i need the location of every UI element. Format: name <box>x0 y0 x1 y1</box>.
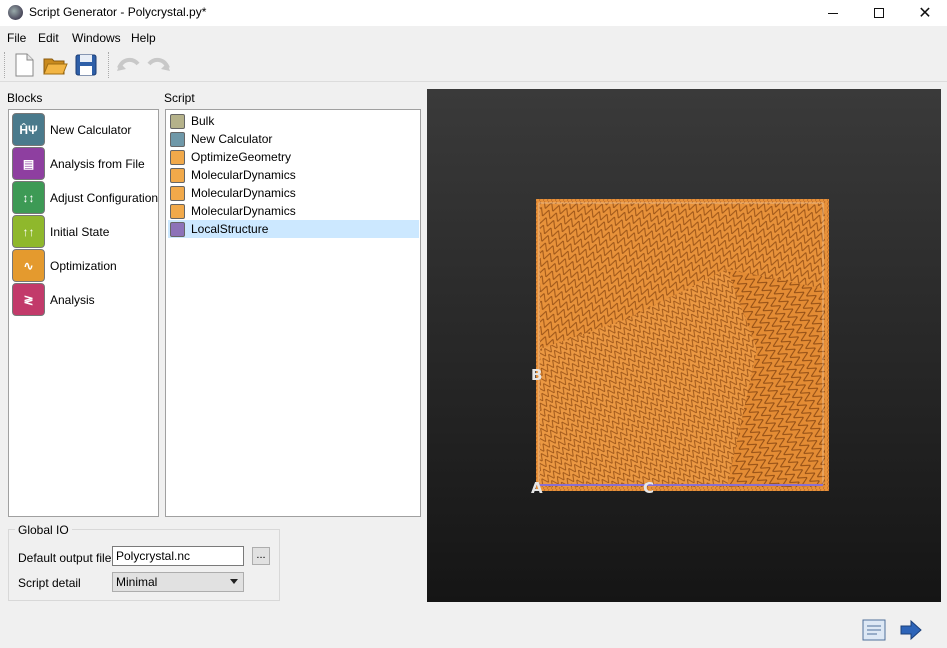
title-bar: Script Generator - Polycrystal.py* ✕ <box>0 0 947 26</box>
send-to-button[interactable] <box>898 617 924 643</box>
axis-label-c: C <box>643 479 655 497</box>
initial-state-icon: ↑↑ <box>12 215 45 248</box>
block-label: Optimization <box>50 258 117 273</box>
script-item-label: MolecularDynamics <box>191 168 296 182</box>
script-view-button[interactable] <box>861 617 887 643</box>
script-item-label: LocalStructure <box>191 222 269 236</box>
menu-bar: File Edit Windows Help <box>0 28 947 48</box>
calculator-icon: ĤΨ <box>12 113 45 146</box>
global-io-group: Global IO Default output file Polycrysta… <box>8 523 280 601</box>
block-analysis-from-file[interactable]: ▤ Analysis from File <box>12 147 156 180</box>
calculator-icon <box>170 131 185 147</box>
script-item-optimize-geometry[interactable]: OptimizeGeometry <box>168 148 419 166</box>
script-detail-select[interactable]: Minimal <box>112 572 244 592</box>
script-header: Script <box>164 91 195 105</box>
toolbar-separator <box>108 52 110 78</box>
optimization-icon <box>170 167 185 183</box>
block-label: New Calculator <box>50 122 132 137</box>
script-item-label: MolecularDynamics <box>191 186 296 200</box>
blocks-list: ĤΨ New Calculator ▤ Analysis from File ↕… <box>8 109 159 517</box>
block-initial-state[interactable]: ↑↑ Initial State <box>12 215 156 248</box>
default-output-label: Default output file <box>18 551 112 565</box>
blocks-header: Blocks <box>7 91 43 105</box>
app-logo-icon <box>8 5 23 20</box>
menu-file[interactable]: File <box>7 31 26 45</box>
block-label: Initial State <box>50 224 110 239</box>
optimization-icon <box>170 149 185 165</box>
block-label: Adjust Configuration <box>50 190 159 205</box>
send-to-icon <box>900 619 922 641</box>
axis-label-a: A <box>531 479 543 497</box>
bulk-icon <box>170 113 185 129</box>
script-item-label: OptimizeGeometry <box>191 150 292 164</box>
script-item-bulk[interactable]: Bulk <box>168 112 419 130</box>
script-item-molecular-dynamics[interactable]: MolecularDynamics <box>168 202 419 220</box>
block-analysis[interactable]: ≷ Analysis <box>12 283 156 316</box>
minimize-icon <box>828 12 838 14</box>
structure-viewer[interactable]: A B C <box>427 89 941 602</box>
script-detail-label: Script detail <box>18 576 81 590</box>
block-adjust-configuration[interactable]: ↕↕ Adjust Configuration <box>12 181 159 214</box>
optimization-icon: ∿ <box>12 249 45 282</box>
maximize-button[interactable] <box>856 0 902 26</box>
optimization-icon <box>170 203 185 219</box>
redo-icon <box>147 57 170 71</box>
chevron-down-icon <box>230 579 238 584</box>
script-list: Bulk New Calculator OptimizeGeometry Mol… <box>165 109 421 517</box>
menu-help[interactable]: Help <box>131 31 156 45</box>
minimize-button[interactable] <box>810 0 856 26</box>
maximize-icon <box>874 8 884 18</box>
script-view-icon <box>862 619 886 641</box>
window-title: Script Generator - Polycrystal.py* <box>29 5 207 19</box>
block-new-calculator[interactable]: ĤΨ New Calculator <box>12 113 156 146</box>
browse-button[interactable]: ... <box>252 547 270 565</box>
undo-button[interactable] <box>115 52 141 78</box>
block-label: Analysis <box>50 292 95 307</box>
adjust-config-icon: ↕↕ <box>12 181 45 214</box>
toolbar <box>0 48 947 82</box>
analysis-file-icon: ▤ <box>12 147 45 180</box>
script-detail-value: Minimal <box>116 575 158 589</box>
script-item-label: New Calculator <box>191 132 273 146</box>
open-folder-icon <box>43 58 68 75</box>
menu-edit[interactable]: Edit <box>38 31 59 45</box>
toolbar-grip <box>4 52 6 78</box>
script-item-local-structure[interactable]: LocalStructure <box>168 220 419 238</box>
save-button[interactable] <box>73 52 99 78</box>
script-item-molecular-dynamics[interactable]: MolecularDynamics <box>168 184 419 202</box>
undo-icon <box>117 57 140 71</box>
open-button[interactable] <box>42 52 68 78</box>
close-icon: ✕ <box>918 5 932 22</box>
global-io-title: Global IO <box>15 523 72 537</box>
script-item-molecular-dynamics[interactable]: MolecularDynamics <box>168 166 419 184</box>
block-label: Analysis from File <box>50 156 145 171</box>
menu-windows[interactable]: Windows <box>72 31 121 45</box>
script-item-new-calculator[interactable]: New Calculator <box>168 130 419 148</box>
save-icon <box>75 54 97 76</box>
new-file-button[interactable] <box>11 52 37 78</box>
analysis-icon: ≷ <box>12 283 45 316</box>
script-item-label: Bulk <box>191 114 215 128</box>
axis-label-b: B <box>531 366 543 384</box>
close-button[interactable]: ✕ <box>902 0 947 26</box>
default-output-field[interactable]: Polycrystal.nc <box>112 546 244 566</box>
analysis-icon <box>170 221 185 237</box>
optimization-icon <box>170 185 185 201</box>
new-file-icon <box>15 53 34 77</box>
redo-button[interactable] <box>146 52 172 78</box>
polycrystal-structure <box>536 199 829 491</box>
script-item-label: MolecularDynamics <box>191 204 296 218</box>
block-optimization[interactable]: ∿ Optimization <box>12 249 156 282</box>
